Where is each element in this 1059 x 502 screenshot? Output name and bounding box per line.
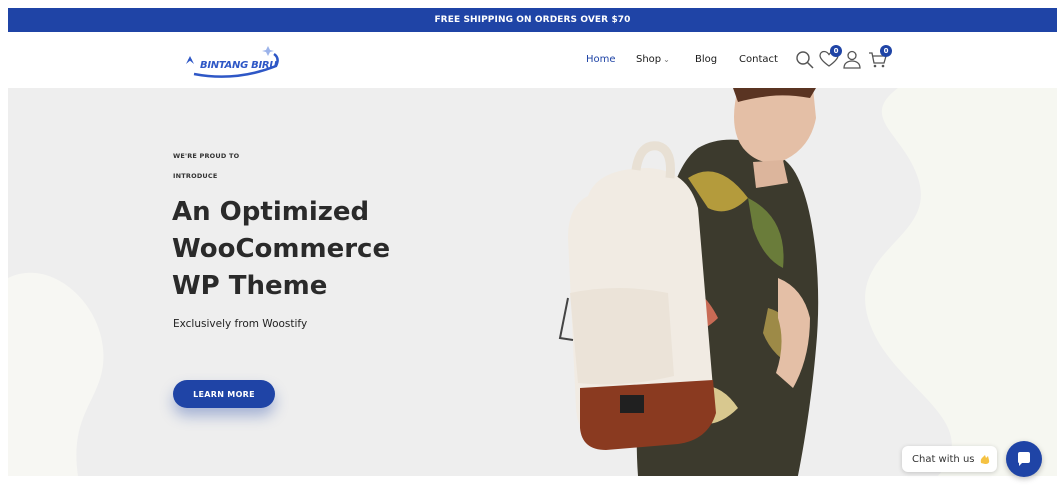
nav-shop[interactable]: Shop ⌄	[636, 54, 670, 65]
learn-more-button[interactable]: LEARN MORE	[173, 380, 275, 408]
kicker-line-2: INTRODUCE	[173, 172, 218, 180]
site-header: BINTANG BIRU Home Shop ⌄ Blog Contact 0 0	[8, 32, 1057, 88]
hero-bottom-spacer	[8, 476, 1057, 502]
decor-blob-left	[8, 272, 104, 476]
logo-text: BINTANG BIRU	[200, 60, 278, 71]
top-strip	[0, 0, 1059, 8]
nav-contact[interactable]: Contact	[739, 54, 778, 65]
announcement-bar: FREE SHIPPING ON ORDERS OVER $70	[8, 8, 1057, 32]
headline-line-3: WP Theme	[172, 271, 328, 301]
headline-line-2: WooCommerce	[172, 234, 391, 264]
chat-button[interactable]	[1006, 441, 1042, 477]
cart-button[interactable]: 0	[867, 45, 892, 70]
hero-headline: An Optimized WooCommerce WP Theme	[172, 194, 472, 305]
nav-home[interactable]: Home	[586, 54, 616, 65]
kicker-line-1: WE'RE PROUD TO	[173, 152, 240, 160]
site-logo[interactable]: BINTANG BIRU	[184, 44, 284, 78]
nav-shop-label: Shop	[636, 54, 662, 65]
hero-subtitle: Exclusively from Woostify	[173, 318, 308, 330]
hero-banner: WE'RE PROUD TO INTRODUCE An Optimized Wo…	[8, 88, 1057, 476]
user-icon	[843, 50, 861, 69]
chat-label-text: Chat with us	[912, 453, 975, 465]
wishlist-button[interactable]: 0	[818, 45, 842, 70]
search-icon[interactable]	[794, 48, 816, 70]
waving-hand-icon	[980, 454, 989, 464]
announcement-text: FREE SHIPPING ON ORDERS OVER $70	[434, 15, 631, 25]
cart-count-badge: 0	[880, 45, 892, 57]
nav-blog[interactable]: Blog	[695, 54, 717, 65]
hero-model-image	[558, 88, 819, 476]
decor-blob-right	[865, 88, 1057, 476]
account-button[interactable]	[841, 48, 863, 70]
chat-with-us-label[interactable]: Chat with us	[902, 446, 997, 472]
chevron-down-icon: ⌄	[663, 55, 670, 64]
hero-kicker: WE'RE PROUD TO INTRODUCE	[173, 146, 293, 186]
chat-bubble-icon	[1018, 452, 1030, 466]
headline-line-1: An Optimized	[172, 197, 370, 227]
